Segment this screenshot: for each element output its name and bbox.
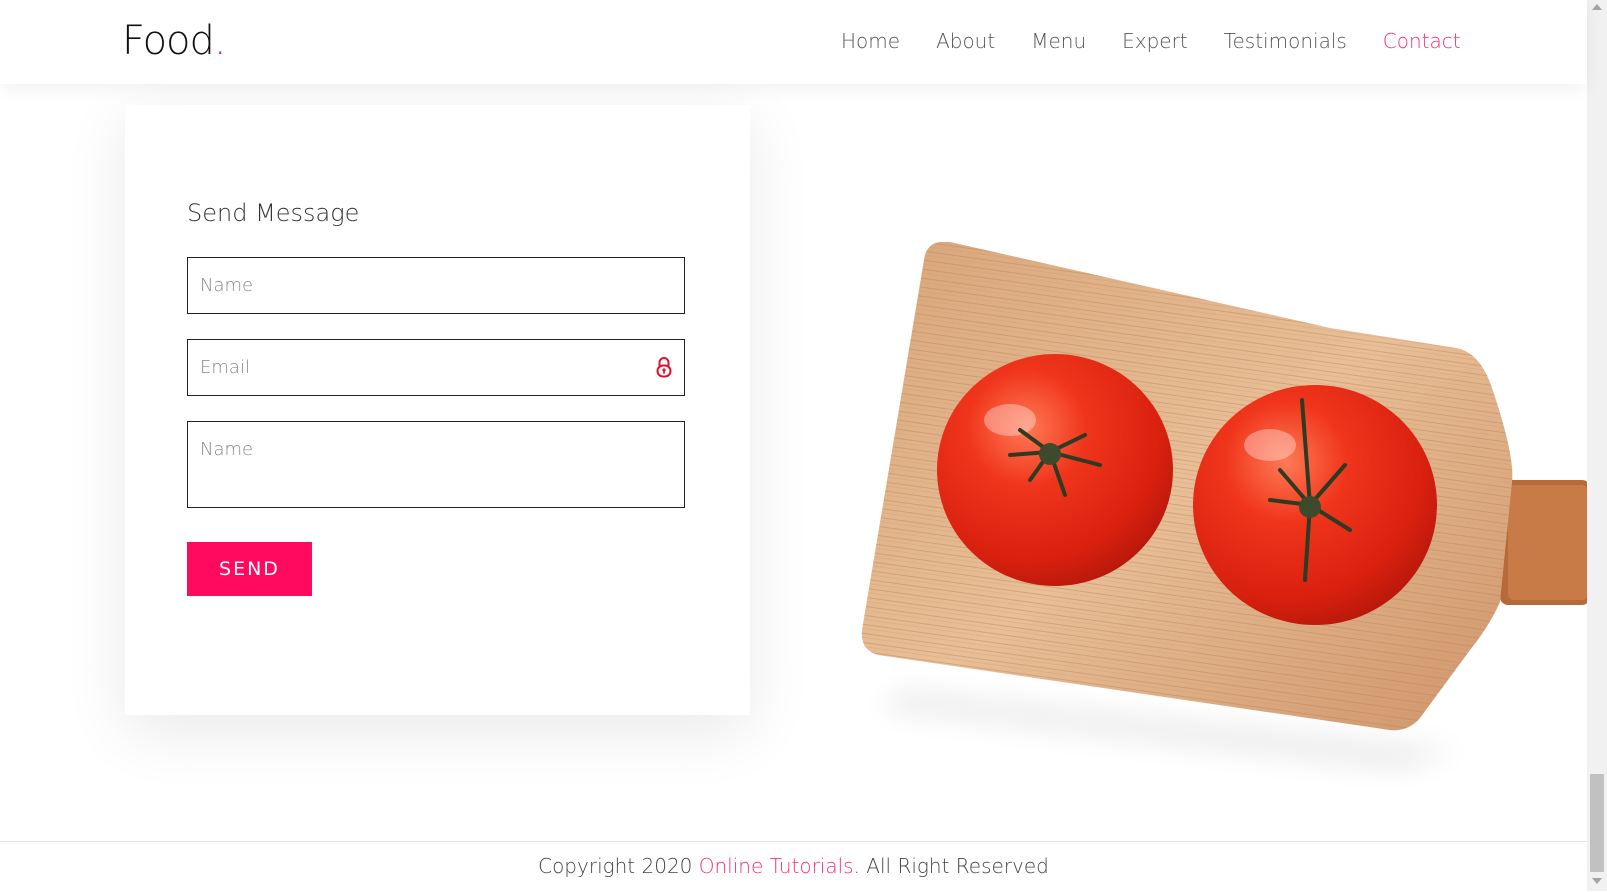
logo-dot: . (213, 18, 227, 64)
logo[interactable]: Food. (122, 18, 227, 64)
name-input[interactable] (187, 257, 685, 314)
nav-home[interactable]: Home (841, 29, 900, 53)
send-button[interactable]: SEND (187, 542, 312, 596)
email-input[interactable] (187, 339, 685, 396)
logo-text: Food (122, 18, 215, 64)
vertical-scrollbar[interactable] (1587, 0, 1607, 891)
copyright-prefix: Copyright 2020 (538, 854, 699, 878)
nav-contact[interactable]: Contact (1383, 29, 1461, 53)
copyright-suffix: . All Right Reserved (853, 854, 1049, 878)
form-title: Send Message (187, 199, 360, 227)
online-tutorials-link[interactable]: Online Tutorials (699, 854, 854, 878)
scroll-thumb[interactable] (1590, 774, 1604, 872)
tomatoes-illustration (861, 242, 1587, 770)
nav-expert[interactable]: Expert (1122, 29, 1188, 53)
message-input[interactable] (187, 421, 685, 508)
nav-menu[interactable]: Menu (1031, 29, 1086, 53)
tomatoes-image (860, 230, 1587, 800)
site-footer: Copyright 2020 Online Tutorials. All Rig… (0, 841, 1587, 892)
scroll-up-arrow-icon[interactable] (1592, 4, 1602, 10)
nav-about[interactable]: About (936, 29, 995, 53)
main-nav: Home About Menu Expert Testimonials Cont… (841, 29, 1461, 53)
site-header: Food. Home About Menu Expert Testimonial… (0, 0, 1587, 84)
nav-testimonials[interactable]: Testimonials (1224, 29, 1347, 53)
contact-card: Send Message SEND (125, 105, 750, 715)
lock-icon[interactable] (654, 355, 674, 379)
scroll-down-arrow-icon[interactable] (1592, 878, 1602, 884)
